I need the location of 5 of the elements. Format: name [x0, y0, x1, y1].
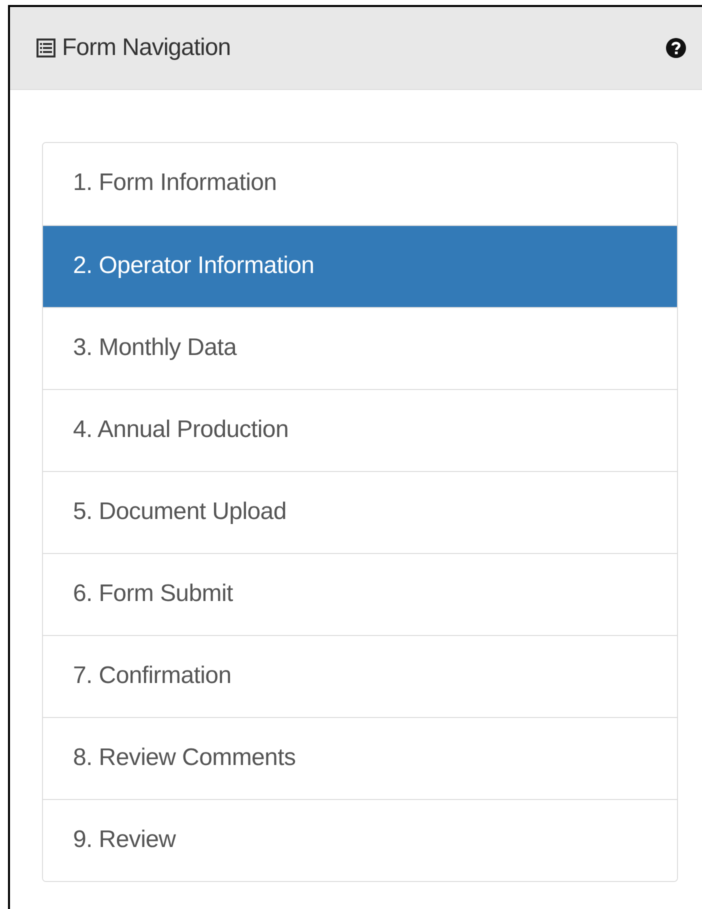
- list-icon: [36, 38, 56, 58]
- nav-item[interactable]: 9. Review: [43, 799, 677, 881]
- panel-title: Form Navigation: [62, 33, 231, 63]
- nav-item[interactable]: 2. Operator Information: [43, 225, 677, 307]
- help-icon[interactable]: [666, 38, 686, 58]
